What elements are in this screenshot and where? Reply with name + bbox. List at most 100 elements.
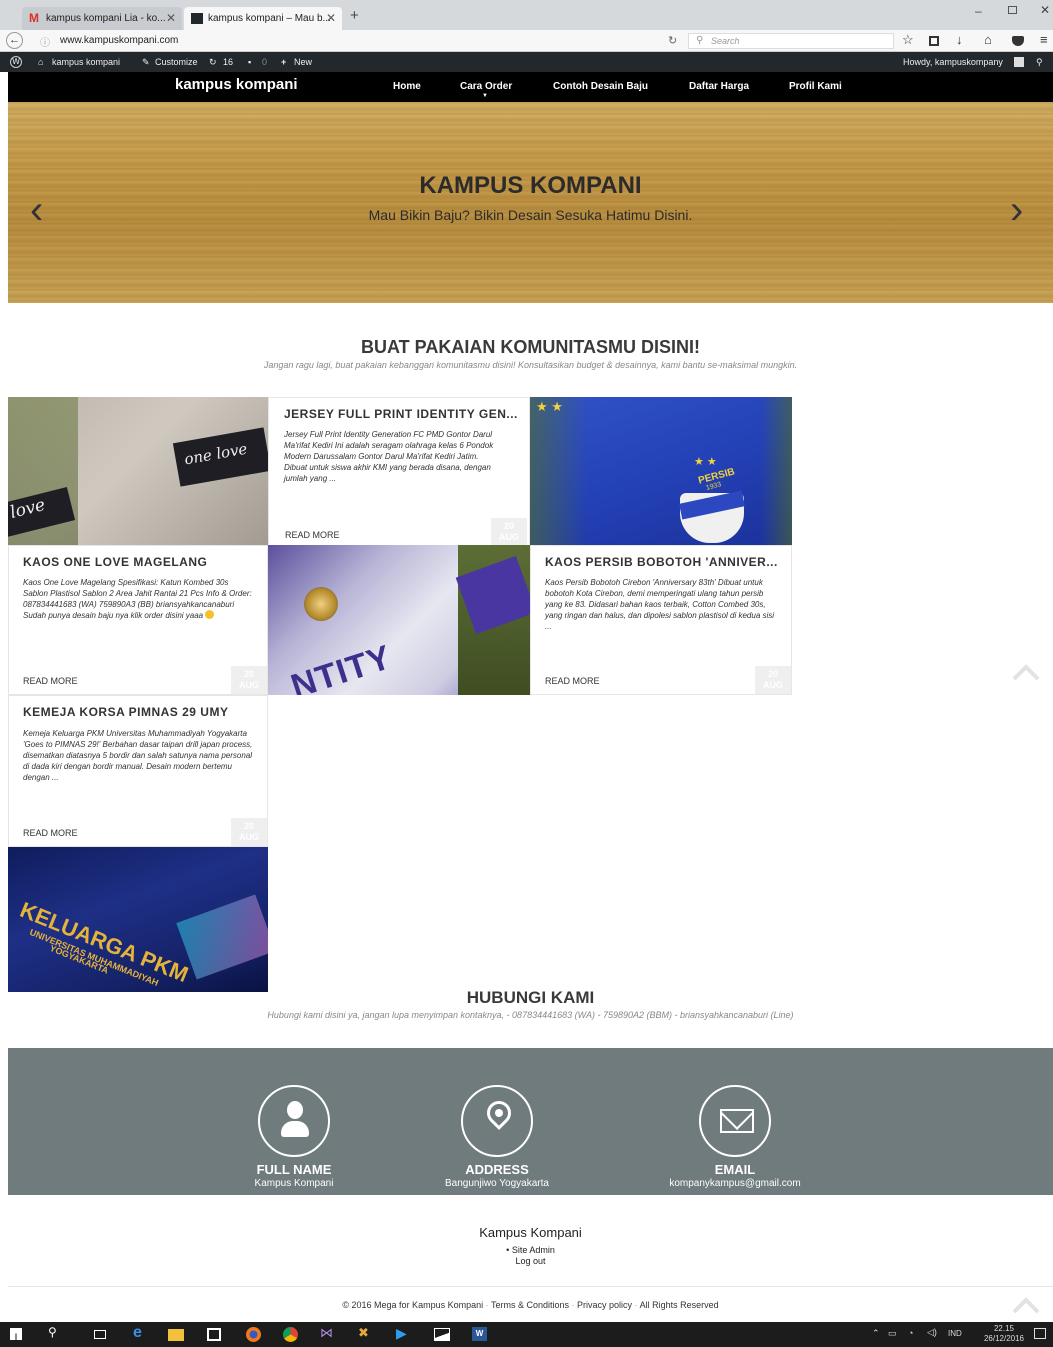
browser-tab-active[interactable]: kampus kompani – Mau b... ✕ <box>184 7 342 30</box>
slider-next-arrow-icon[interactable]: › <box>1010 190 1023 230</box>
store-icon[interactable] <box>207 1328 221 1341</box>
back-icon[interactable]: ← <box>6 32 23 49</box>
scroll-top-chevron-icon[interactable] <box>1010 1294 1042 1318</box>
volume-icon[interactable]: ◁) <box>927 1327 937 1338</box>
clock[interactable]: 22.15 26/12/2016 <box>982 1324 1026 1344</box>
date-day: 20 <box>767 669 778 679</box>
post-title[interactable]: JERSEY FULL PRINT IDENTITY GEN... <box>284 407 518 421</box>
wordpress-logo-icon[interactable]: W <box>10 56 22 68</box>
action-center-icon[interactable] <box>1034 1328 1046 1339</box>
post-title[interactable]: KAOS PERSIB BOBOTOH 'ANNIVER... <box>545 555 778 569</box>
contact-fullname: FULL NAME Kampus Kompani <box>234 1085 354 1189</box>
firefox-icon[interactable] <box>246 1327 261 1342</box>
minimize-icon[interactable]: – <box>975 4 982 18</box>
close-window-icon[interactable]: ✕ <box>1040 3 1050 17</box>
post-card: KAOS PERSIB BOBOTOH 'ANNIVER... Kaos Per… <box>530 545 792 695</box>
site-admin-link[interactable]: Site Admin <box>512 1245 555 1255</box>
read-more-link[interactable]: READ MORE <box>23 828 78 838</box>
address-bar-row: ← ⓘ www.kampuskompani.com ↻ ⚲ Search ☆ ↓… <box>0 30 1053 52</box>
word-icon[interactable]: W <box>472 1327 487 1341</box>
hero-title: KAMPUS KOMPANI <box>419 172 642 199</box>
new-link[interactable]: New <box>294 52 312 72</box>
bookmark-star-icon[interactable]: ☆ <box>902 32 914 48</box>
avatar[interactable] <box>1014 57 1024 67</box>
post-title[interactable]: KAOS ONE LOVE MAGELANG <box>23 555 207 569</box>
post-date-badge: 20 AUG <box>231 666 267 694</box>
read-more-link[interactable]: READ MORE <box>545 676 600 686</box>
windows-start-icon[interactable] <box>10 1328 22 1340</box>
tray-chevron-icon[interactable]: ⌃ <box>872 1328 880 1339</box>
nav-item-daftar-harga[interactable]: Daftar Harga <box>689 81 749 92</box>
task-view-icon[interactable] <box>94 1330 106 1339</box>
search-icon[interactable]: ⚲ <box>48 1325 65 1342</box>
pocket-icon[interactable] <box>1012 36 1024 46</box>
location-pin-icon <box>461 1085 533 1157</box>
nav-item-profil-kami[interactable]: Profil Kami <box>789 81 842 92</box>
restore-icon[interactable] <box>1008 6 1017 14</box>
search-field[interactable]: ⚲ Search <box>688 33 894 49</box>
contact-value: kompanykampus@gmail.com <box>669 1178 801 1189</box>
edge-browser-icon[interactable]: e <box>133 1324 150 1341</box>
date-month: AUG <box>763 680 783 690</box>
close-tab-icon[interactable]: ✕ <box>326 7 336 30</box>
admin-search-icon[interactable]: ⚲ <box>1036 52 1043 72</box>
post-image-jersey[interactable]: NTITY <box>268 545 530 695</box>
read-more-link[interactable]: READ MORE <box>23 676 78 686</box>
reading-list-icon[interactable] <box>929 36 939 46</box>
nav-item-home[interactable]: Home <box>393 81 421 92</box>
post-excerpt-text: Kaos One Love Magelang Spesifikasi: Katu… <box>23 578 252 620</box>
slider-prev-arrow-icon[interactable]: ‹ <box>30 190 43 230</box>
visual-studio-icon[interactable]: ⋈ <box>320 1325 337 1342</box>
browser-tab[interactable]: M kampus kompani Lia - ko... ✕ <box>22 7 182 30</box>
comments-count[interactable]: 0 <box>262 52 267 72</box>
gmail-icon: M <box>29 11 39 25</box>
media-player-icon[interactable]: ▶ <box>396 1325 413 1342</box>
close-tab-icon[interactable]: ✕ <box>166 7 176 30</box>
customize-link[interactable]: Customize <box>155 52 198 72</box>
info-icon[interactable]: ⓘ <box>40 34 50 49</box>
wifi-icon[interactable]: ◔ <box>908 1328 913 1338</box>
post-image-persib[interactable]: ★ ★ PERSIB 1933 ★ ★ <box>530 397 792 545</box>
new-tab-icon[interactable]: + <box>350 7 359 24</box>
menu-icon[interactable]: ≡ <box>1040 32 1048 47</box>
tab-title: kampus kompani – Mau b... <box>208 13 331 24</box>
photos-icon[interactable] <box>434 1328 450 1341</box>
battery-icon[interactable]: ▭ <box>888 1328 897 1339</box>
nav-item-contoh-desain[interactable]: Contoh Desain Baju <box>553 81 648 92</box>
post-card: JERSEY FULL PRINT IDENTITY GEN... Jersey… <box>268 397 530 547</box>
admin-site-link[interactable]: kampus kompani <box>52 52 120 72</box>
post-image-one-love[interactable]: one love love <box>8 397 268 545</box>
reload-icon[interactable]: ↻ <box>668 34 677 47</box>
post-excerpt: Kemeja Keluarga PKM Universitas Muhammad… <box>23 729 253 782</box>
input-language[interactable]: IND <box>948 1329 962 1338</box>
terms-link[interactable]: Terms & Conditions <box>491 1300 569 1310</box>
widget-title: Kampus Kompani <box>479 1225 582 1240</box>
site-brand[interactable]: kampus kompani <box>175 76 298 93</box>
contact-band: FULL NAME Kampus Kompani ADDRESS Bangunj… <box>8 1048 1053 1195</box>
new-plus-icon: + <box>281 57 287 67</box>
rights-text: All Rights Reserved <box>639 1300 719 1310</box>
tools-icon[interactable]: ✖ <box>358 1325 375 1342</box>
dashboard-icon: ⌂ <box>38 57 44 67</box>
post-image-kemeja[interactable]: KELUARGA PKM UNIVERSITAS MUHAMMADIYAH YO… <box>8 847 268 992</box>
widget-links: • Site Admin Log out <box>8 1245 1053 1267</box>
download-icon[interactable]: ↓ <box>956 32 963 47</box>
file-explorer-icon[interactable] <box>168 1329 184 1341</box>
logout-link[interactable]: Log out <box>8 1256 1053 1267</box>
windows-taskbar: ⚲ e ⋈ ✖ ▶ W ⌃ ▭ ◔ ◁) IND 22.15 26/12/201… <box>0 1322 1053 1347</box>
read-more-link[interactable]: READ MORE <box>285 530 340 540</box>
date-day: 20 <box>243 821 254 831</box>
updates-count[interactable]: 16 <box>223 52 233 72</box>
post-date-badge: 20 AUG <box>231 818 267 846</box>
url-field[interactable]: www.kampuskompani.com <box>60 35 178 46</box>
howdy-user[interactable]: Howdy, kampuskompany <box>903 52 1003 72</box>
nav-item-cara-order[interactable]: Cara Order <box>460 81 512 92</box>
post-title[interactable]: KEMEJA KORSA PIMNAS 29 UMY <box>23 705 228 719</box>
home-icon[interactable]: ⌂ <box>984 32 992 47</box>
privacy-link[interactable]: Privacy policy <box>577 1300 632 1310</box>
chrome-icon[interactable] <box>283 1327 298 1342</box>
brush-icon: ✎ <box>142 57 150 67</box>
scroll-top-chevron-icon[interactable] <box>1010 661 1042 685</box>
contact-label: EMAIL <box>714 1162 756 1177</box>
site-navbar: kampus kompani Home Cara Order ▼ Contoh … <box>8 72 1053 102</box>
